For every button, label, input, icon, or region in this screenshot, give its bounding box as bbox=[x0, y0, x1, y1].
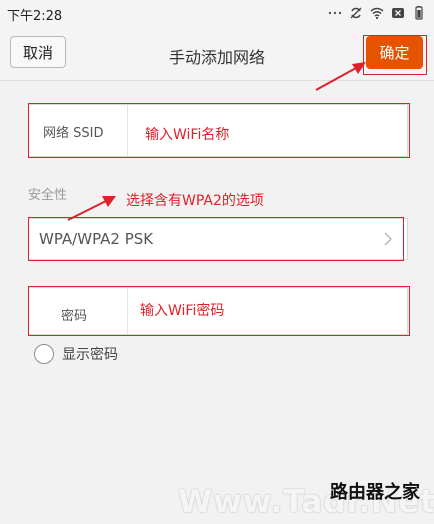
ssid-divider bbox=[127, 105, 128, 156]
security-label: 安全性 bbox=[28, 188, 68, 203]
show-password-radio[interactable] bbox=[34, 344, 54, 364]
password-label: 密码 bbox=[61, 309, 88, 324]
show-password-toggle[interactable]: 显示密码 bbox=[34, 344, 118, 364]
bell-icon bbox=[328, 11, 342, 15]
sync-icon bbox=[350, 7, 362, 19]
battery-icon bbox=[415, 6, 423, 20]
confirm-button[interactable]: 确定 bbox=[366, 36, 423, 69]
show-password-label: 显示密码 bbox=[62, 347, 118, 363]
password-divider bbox=[127, 288, 128, 334]
status-bar: 下午2:28 bbox=[0, 0, 434, 28]
annotation-ssid-hint: 输入WiFi名称 bbox=[145, 127, 230, 143]
title-bar: 取消 手动添加网络 确定 bbox=[0, 28, 434, 81]
status-time: 下午2:28 bbox=[7, 9, 63, 24]
annotation-password-hint: 输入WiFi密码 bbox=[140, 303, 225, 319]
wifi-icon bbox=[370, 7, 384, 20]
ssid-label: 网络 SSID bbox=[43, 126, 104, 141]
annotation-security-hint: 选择含有WPA2的选项 bbox=[126, 193, 264, 209]
security-select[interactable]: WPA/WPA2 PSK bbox=[28, 218, 408, 260]
no-signal-icon bbox=[392, 8, 404, 18]
chevron-right-icon bbox=[384, 232, 392, 246]
security-value: WPA/WPA2 PSK bbox=[39, 230, 154, 248]
status-icons bbox=[328, 6, 426, 20]
watermark-logo: 路由器之家 bbox=[330, 482, 420, 503]
